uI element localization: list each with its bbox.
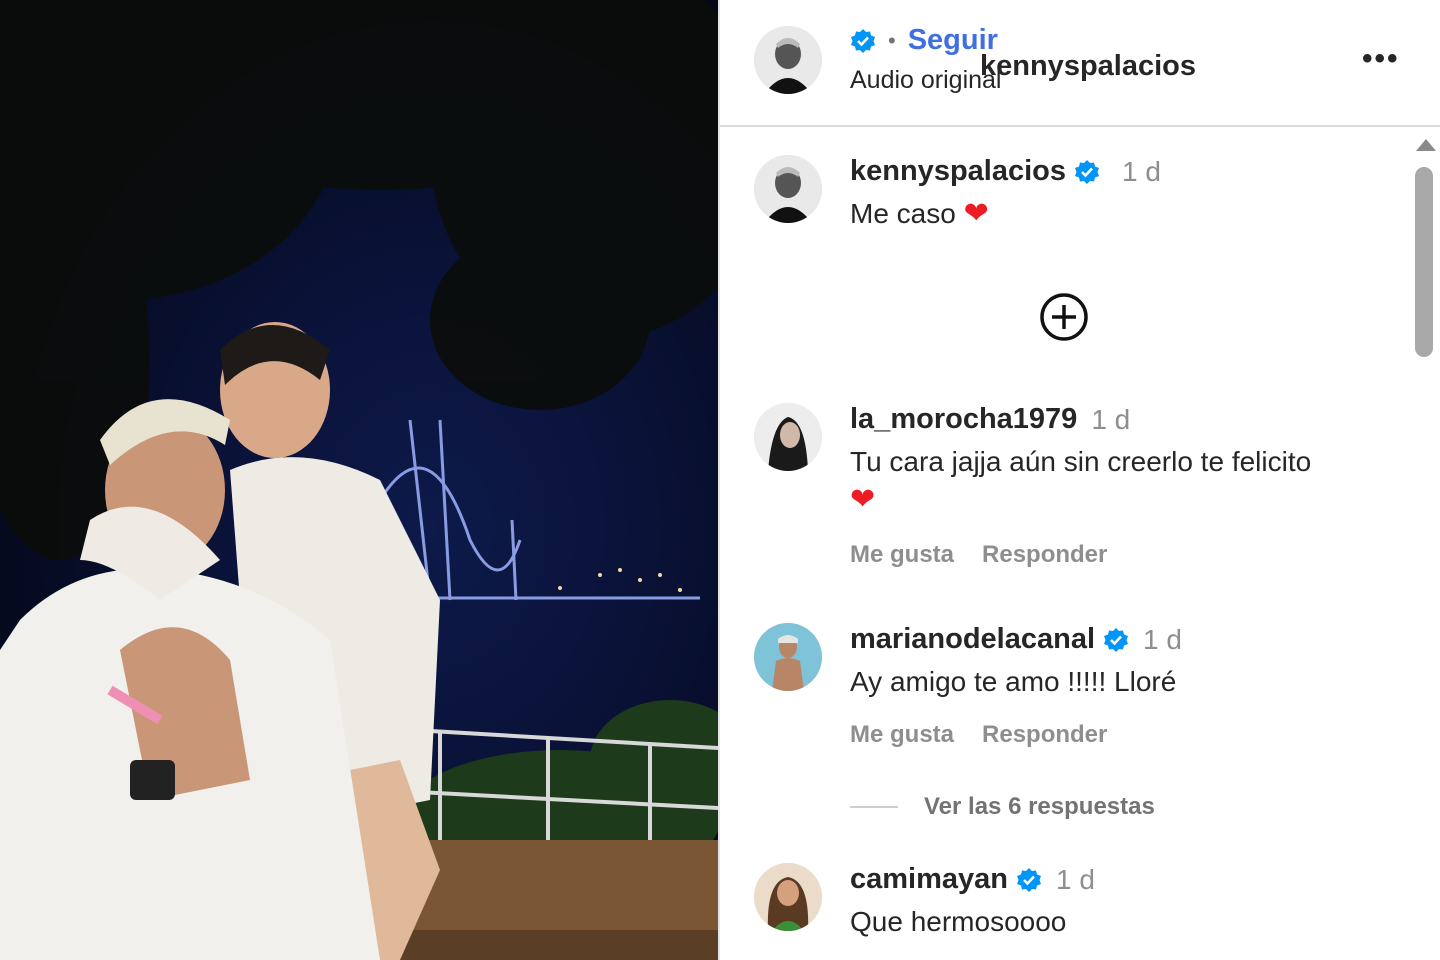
- comment-avatar[interactable]: [754, 623, 822, 691]
- caption-text: Me caso ❤: [850, 195, 1370, 233]
- verified-badge-icon: [1075, 159, 1099, 184]
- comment-avatar[interactable]: [754, 863, 822, 931]
- post-photo[interactable]: [0, 0, 718, 960]
- caption-text-body: Me caso: [850, 198, 956, 229]
- comment-username[interactable]: la_morocha1979: [850, 403, 1077, 436]
- header-separator: •: [888, 27, 896, 53]
- heart-icon: ❤: [850, 483, 876, 516]
- comment-header: camimayan 1 d: [850, 863, 1095, 896]
- like-button[interactable]: Me gusta: [850, 541, 954, 569]
- like-button[interactable]: Me gusta: [850, 721, 954, 749]
- comment-text: Que hermosoooo: [850, 906, 1067, 937]
- caption-avatar[interactable]: [754, 155, 822, 223]
- heart-icon: ❤: [963, 197, 989, 230]
- comment-item: la_morocha1979 1 d Tu cara jajja aún sin…: [754, 403, 1394, 573]
- replies-line: [850, 806, 898, 808]
- comment-username[interactable]: marianodelacanal: [850, 623, 1095, 656]
- comment-time[interactable]: 1 d: [1056, 864, 1095, 896]
- author-username[interactable]: kennyspalacios: [980, 50, 1196, 83]
- audio-label[interactable]: Audio original: [850, 66, 1002, 95]
- caption-username[interactable]: kennyspalacios: [850, 155, 1066, 188]
- caption-time[interactable]: 1 d: [1122, 156, 1161, 188]
- verified-badge-icon: [1017, 867, 1041, 892]
- more-options-icon[interactable]: •••: [1362, 42, 1400, 76]
- comment-time[interactable]: 1 d: [1143, 624, 1182, 656]
- comment-actions: Me gusta Responder: [850, 721, 1107, 749]
- view-replies[interactable]: Ver las 6 respuestas: [850, 793, 1155, 821]
- verified-badge-icon: [851, 28, 875, 53]
- author-avatar[interactable]: [754, 26, 822, 94]
- comments-panel: kennyspalacios • Seguir Audio original •…: [720, 0, 1440, 960]
- author-row: kennyspalacios • Seguir: [850, 24, 1196, 82]
- post-header: kennyspalacios • Seguir Audio original •…: [720, 0, 1440, 127]
- view-replies-label[interactable]: Ver las 6 respuestas: [924, 793, 1155, 821]
- comment-text: Ay amigo te amo !!!!! Lloré: [850, 666, 1177, 697]
- comment-avatar[interactable]: [754, 403, 822, 471]
- caption-header: kennyspalacios 1 d: [850, 155, 1161, 188]
- reply-button[interactable]: Responder: [982, 721, 1107, 749]
- comment-header: la_morocha1979 1 d: [850, 403, 1130, 436]
- comment-item: camimayan 1 d Que hermosoooo: [754, 863, 1394, 960]
- scroll-thumb[interactable]: [1415, 167, 1433, 357]
- comment-time[interactable]: 1 d: [1091, 404, 1130, 436]
- scroll-up-arrow-icon[interactable]: [1416, 139, 1436, 151]
- photo-illustration: [0, 0, 718, 960]
- comment-username[interactable]: camimayan: [850, 863, 1008, 896]
- plus-circle-icon[interactable]: [1038, 291, 1090, 343]
- comment-text: Tu cara jajja aún sin creerlo te felicit…: [850, 443, 1370, 519]
- reply-button[interactable]: Responder: [982, 541, 1107, 569]
- comment-actions: Me gusta Responder: [850, 541, 1107, 569]
- comments-list: kennyspalacios 1 d Me caso ❤ la_morocha1…: [720, 129, 1410, 960]
- comment-text-body: Tu cara jajja aún sin creerlo te felicit…: [850, 446, 1312, 477]
- scrollbar[interactable]: [1410, 129, 1440, 960]
- comment-item: marianodelacanal 1 d Ay amigo te amo !!!…: [754, 623, 1394, 753]
- comment-header: marianodelacanal 1 d: [850, 623, 1182, 656]
- verified-badge-icon: [1104, 627, 1128, 652]
- caption-item: kennyspalacios 1 d Me caso ❤: [754, 155, 1394, 235]
